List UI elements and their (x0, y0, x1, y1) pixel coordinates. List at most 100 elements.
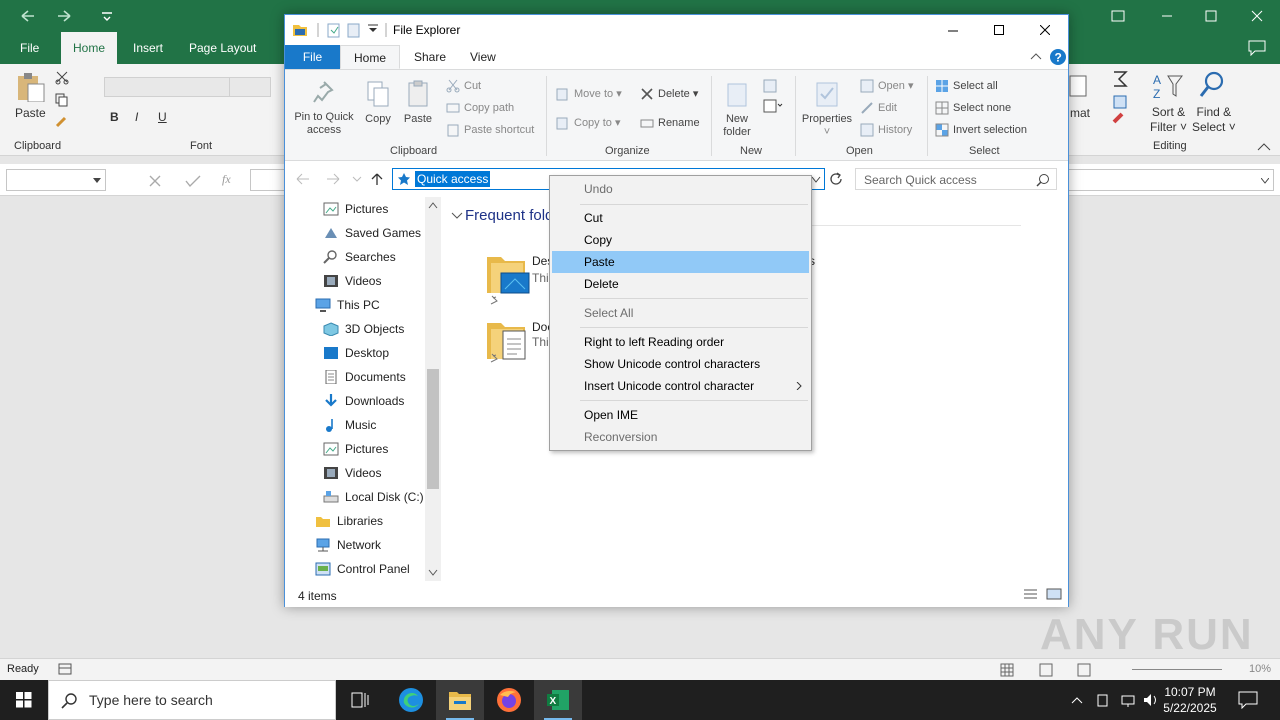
search-icon[interactable] (1036, 173, 1050, 187)
menu-delete[interactable]: Delete (552, 273, 809, 295)
font-name-box[interactable] (104, 77, 242, 97)
taskbar-search[interactable]: Type here to search (48, 680, 336, 720)
tab-share[interactable]: Share (401, 45, 459, 69)
paste-icon[interactable] (14, 72, 46, 102)
excel-tab-home[interactable]: Home (61, 32, 117, 64)
select-all-button[interactable]: Select all (935, 76, 998, 96)
address-text-selected[interactable]: Quick access (415, 171, 491, 187)
menu-reconversion[interactable]: Reconversion (552, 426, 809, 448)
properties-label: Properties (801, 113, 853, 125)
nav-arrows[interactable] (295, 172, 385, 186)
excel-window-controls[interactable] (1110, 9, 1270, 23)
rename-button[interactable]: Rename (640, 113, 700, 133)
format-icon[interactable] (1068, 74, 1088, 98)
explorer-taskbar-button[interactable] (436, 680, 484, 720)
excel-tab-page-layout[interactable]: Page Layout (181, 32, 264, 64)
autosum-icon[interactable] (1110, 70, 1138, 130)
clipboard-group-label: Clipboard (390, 145, 438, 157)
excel-tab-file[interactable]: File (12, 32, 47, 64)
sort-filter-icon[interactable]: A Z (1152, 70, 1184, 100)
underline-button[interactable]: U (158, 110, 167, 124)
tab-view[interactable]: View (457, 45, 509, 69)
downloads-icon (325, 394, 337, 407)
zoom-level[interactable]: 10% (1249, 663, 1271, 675)
view-buttons[interactable] (1000, 663, 1100, 677)
help-icon[interactable]: ? (1049, 48, 1067, 66)
menu-copy[interactable]: Copy (552, 229, 809, 251)
comments-icon[interactable] (1248, 40, 1266, 56)
firefox-taskbar-button[interactable] (485, 680, 533, 720)
local-disk-icon (323, 491, 339, 503)
tab-file[interactable]: File (285, 45, 340, 69)
sort-filter-button[interactable]: Sort & Filter ˅ (1150, 105, 1187, 135)
select-none-icon (935, 101, 949, 115)
close-button[interactable] (1022, 15, 1068, 45)
new-item-icon[interactable] (762, 78, 784, 116)
find-select-label-1: Find & (1196, 105, 1232, 119)
scroll-down-icon (428, 569, 438, 576)
new-folder-button[interactable]: New folder (716, 78, 758, 139)
excel-paste-button[interactable]: Paste (15, 106, 46, 120)
edit-button[interactable]: Edit (860, 98, 897, 118)
bold-button[interactable]: B (110, 110, 119, 124)
collapse-ribbon-icon[interactable] (1256, 142, 1272, 152)
invert-selection-button[interactable]: Invert selection (935, 120, 1027, 140)
menu-open-ime[interactable]: Open IME (552, 404, 809, 426)
font-size-box[interactable] (229, 77, 271, 97)
find-icon[interactable] (1198, 70, 1226, 100)
taskbar-clock[interactable]: 10:07 PM 5/22/2025 (1150, 684, 1230, 716)
maximize-button[interactable] (976, 15, 1022, 45)
move-to-icon (556, 88, 568, 101)
invert-selection-icon (935, 123, 949, 137)
minimize-button[interactable] (930, 15, 976, 45)
nav-scroll-thumb[interactable] (427, 369, 439, 489)
copy-button[interactable]: Copy (361, 78, 395, 126)
copy-path-button[interactable]: Copy path (446, 98, 514, 118)
select-none-button[interactable]: Select none (935, 98, 1011, 118)
name-box[interactable] (6, 169, 106, 191)
tab-home[interactable]: Home (340, 45, 400, 69)
start-button[interactable] (0, 680, 48, 720)
system-tray-icons[interactable] (1070, 692, 1160, 708)
address-dropdown-icon[interactable] (811, 176, 821, 184)
paste-button[interactable]: Paste (401, 78, 435, 126)
chevron-down-icon[interactable] (451, 211, 463, 221)
menu-cut[interactable]: Cut (552, 207, 809, 229)
format-button[interactable]: mat (1070, 106, 1090, 120)
cut-button[interactable]: Cut (446, 76, 481, 96)
quick-access-toolbar[interactable] (20, 9, 120, 23)
pin-quick-access-button[interactable]: Pin to Quick access (289, 78, 359, 137)
collapse-ribbon-icon[interactable] (1030, 52, 1042, 62)
find-select-button[interactable]: Find & Select ˅ (1192, 105, 1236, 135)
menu-select-all[interactable]: Select All (552, 302, 809, 324)
history-button[interactable]: History (860, 120, 912, 140)
explorer-qat[interactable] (292, 22, 392, 38)
menu-insert-unicode[interactable]: Insert Unicode control character (552, 375, 809, 397)
search-box[interactable]: Search Quick access (855, 168, 1057, 190)
paste-shortcut-button[interactable]: Paste shortcut (446, 120, 534, 140)
menu-show-unicode[interactable]: Show Unicode control characters (552, 353, 809, 375)
open-button[interactable]: Open ▾ (860, 76, 914, 96)
delete-button[interactable]: Delete ▾ (640, 84, 698, 104)
copy-to-button[interactable]: Copy to ▾ (556, 113, 621, 133)
zoom-slider[interactable] (1132, 669, 1222, 670)
properties-button[interactable]: Properties ˅ (799, 78, 855, 139)
frequent-folders-header[interactable]: Frequent fold (465, 207, 553, 224)
refresh-icon[interactable] (828, 171, 844, 187)
macro-record-icon[interactable] (58, 663, 72, 675)
menu-undo[interactable]: Undo (552, 178, 809, 200)
clipboard-small-icons[interactable] (54, 70, 70, 130)
excel-tab-insert[interactable]: Insert (125, 32, 171, 64)
edge-taskbar-button[interactable] (387, 680, 435, 720)
menu-rtl-reading-order[interactable]: Right to left Reading order (552, 331, 809, 353)
menu-paste[interactable]: Paste (552, 251, 809, 273)
notification-icon[interactable] (1238, 691, 1258, 709)
insert-function-button[interactable]: fx (222, 172, 231, 187)
task-view-button[interactable] (336, 680, 384, 720)
excel-taskbar-button[interactable]: X (534, 680, 582, 720)
italic-button[interactable]: I (135, 110, 138, 124)
view-mode-icons[interactable] (1023, 588, 1063, 600)
move-to-button[interactable]: Move to ▾ (556, 84, 622, 104)
item-count: 4 items (298, 589, 337, 603)
nav-scrollbar[interactable] (425, 197, 441, 581)
